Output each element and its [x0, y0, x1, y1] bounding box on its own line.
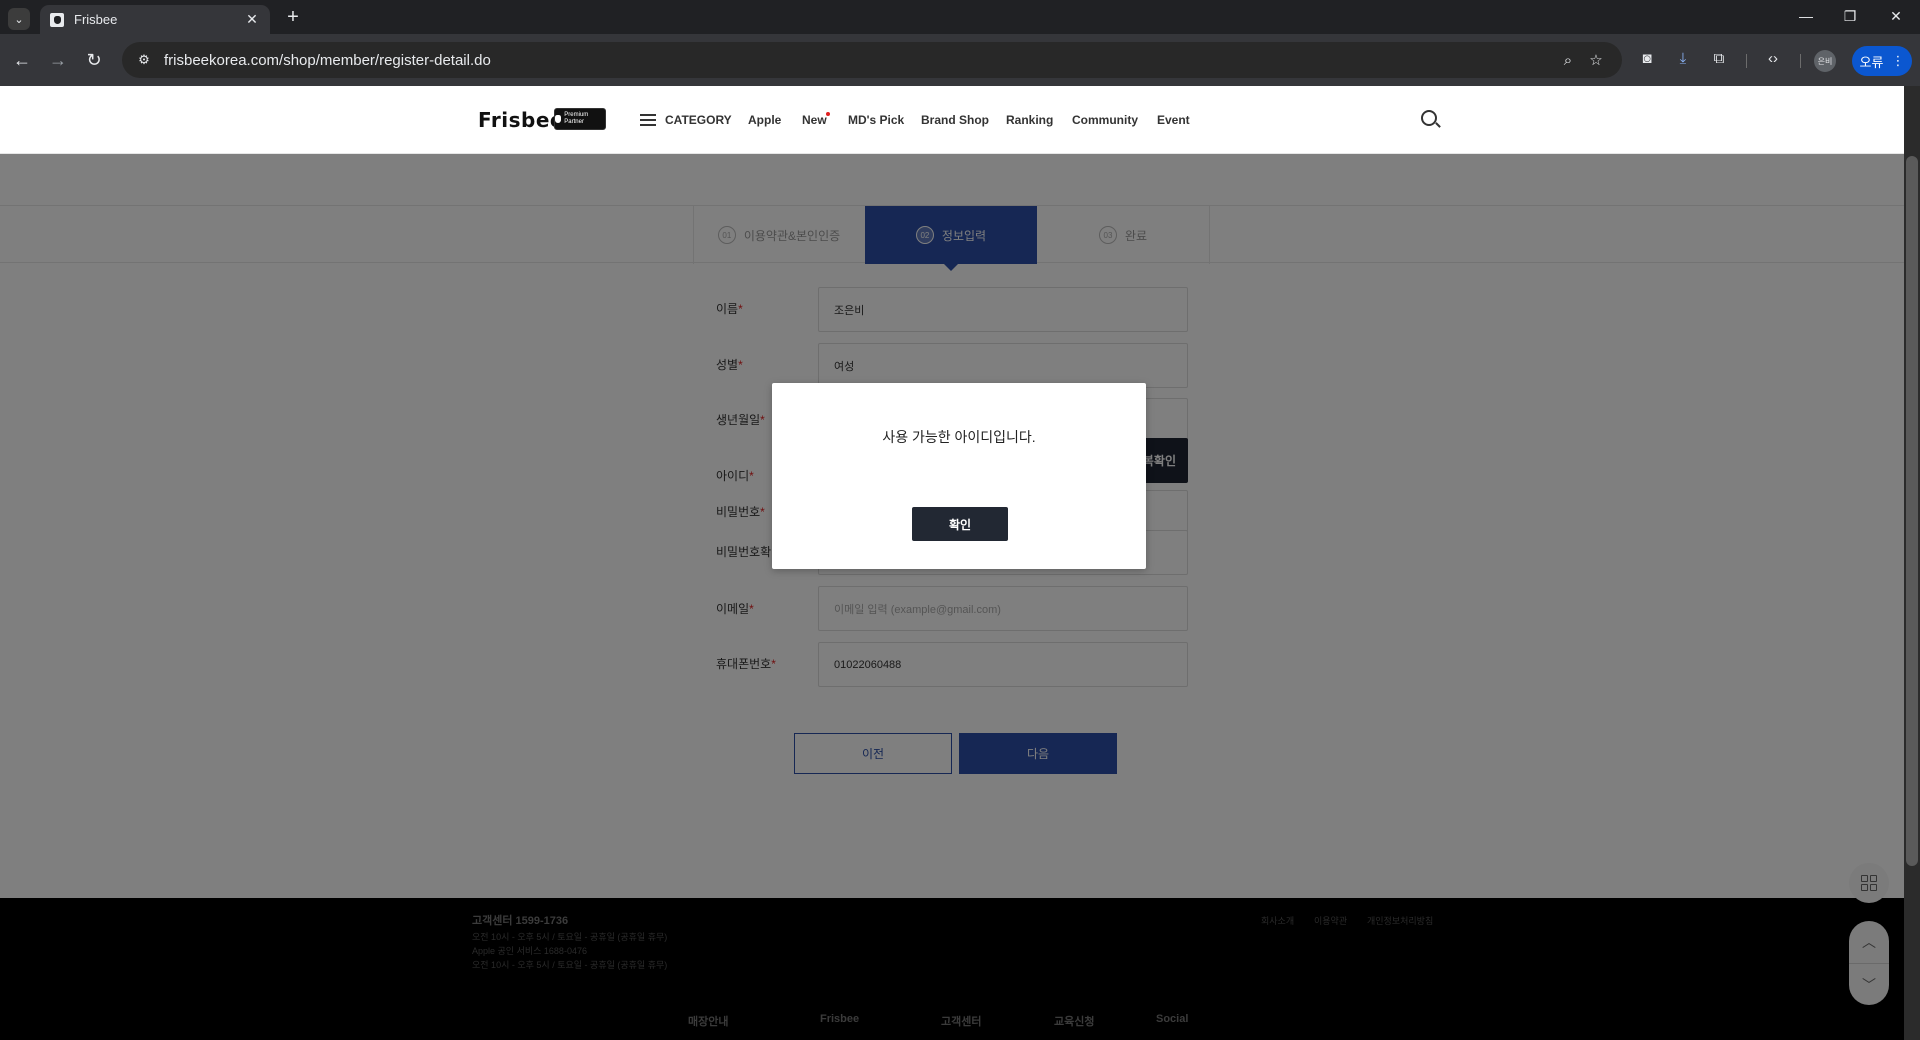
scrollbar-thumb[interactable] [1906, 156, 1918, 866]
tab-search-chevron-icon[interactable]: ⌄ [8, 8, 30, 30]
nav-event[interactable]: Event [1157, 113, 1190, 127]
forward-arrow-icon[interactable]: → [46, 48, 70, 72]
error-menu-button[interactable]: 오류 ⋮ [1852, 46, 1912, 76]
modal-backdrop[interactable] [0, 154, 1904, 1040]
site-logo[interactable]: Frisbee [478, 108, 564, 132]
alert-message: 사용 가능한 아이디입니다. [882, 429, 1036, 445]
quick-menu-button[interactable] [1849, 863, 1889, 903]
minimize-button[interactable]: — [1796, 8, 1816, 24]
apple-favicon-icon [50, 12, 64, 27]
hamburger-menu-icon[interactable] [640, 114, 656, 126]
toolbar-divider [1746, 54, 1747, 68]
apple-logo-icon [555, 115, 562, 123]
camera-icon[interactable]: ◙ [1636, 50, 1658, 67]
zoom-icon[interactable]: ⌕ [1554, 52, 1582, 69]
grid-icon [1861, 875, 1877, 891]
browser-tab-strip: ⌄ Frisbee ✕ + — ❐ ✕ [0, 0, 1920, 34]
confirm-button[interactable]: 확인 [912, 507, 1008, 541]
nav-mds-pick[interactable]: MD's Pick [848, 113, 904, 127]
nav-community[interactable]: Community [1072, 113, 1138, 127]
restore-button[interactable]: ❐ [1840, 8, 1860, 25]
download-icon[interactable]: ⤓ [1672, 50, 1694, 67]
tab-close-icon[interactable]: ✕ [244, 11, 260, 28]
new-indicator-dot [826, 112, 830, 116]
site-info-icon[interactable]: ⚙ [134, 50, 154, 70]
url-text[interactable]: frisbeekorea.com/shop/member/register-de… [164, 52, 1554, 69]
scroll-buttons: ︿ ﹀ [1849, 921, 1889, 1005]
tab-title: Frisbee [74, 12, 118, 27]
devtools-code-icon[interactable]: ‹› [1762, 50, 1784, 67]
address-bar[interactable]: ⚙ frisbeekorea.com/shop/member/register-… [122, 42, 1622, 78]
browser-toolbar: ← → ↻ ⚙ frisbeekorea.com/shop/member/reg… [0, 34, 1920, 86]
reload-icon[interactable]: ↻ [82, 48, 106, 72]
bookmark-star-icon[interactable]: ☆ [1582, 51, 1610, 69]
kebab-menu-icon: ⋮ [1891, 53, 1905, 68]
scroll-top-chevron-up-icon[interactable]: ︿ [1849, 921, 1889, 963]
nav-brand-shop[interactable]: Brand Shop [921, 113, 989, 127]
alert-dialog: 사용 가능한 아이디입니다. 확인 [772, 383, 1146, 569]
error-chip-label: 오류 [1859, 54, 1884, 70]
nav-apple[interactable]: Apple [748, 113, 781, 127]
back-arrow-icon[interactable]: ← [10, 48, 34, 72]
new-tab-button[interactable]: + [282, 7, 304, 29]
extensions-icon[interactable]: ⧉ [1708, 50, 1730, 67]
nav-new[interactable]: New [802, 113, 827, 127]
window-close-button[interactable]: ✕ [1886, 8, 1906, 25]
nav-category[interactable]: CATEGORY [665, 113, 732, 127]
page-viewport: Frisbee Premium Partner CATEGORY Apple N… [0, 86, 1904, 1040]
search-icon[interactable] [1421, 110, 1437, 126]
premium-partner-badge: Premium Partner [554, 108, 606, 130]
site-header: Frisbee Premium Partner CATEGORY Apple N… [0, 86, 1904, 154]
toolbar-divider [1800, 54, 1801, 68]
partner-badge-text: Premium Partner [564, 112, 589, 125]
nav-ranking[interactable]: Ranking [1006, 113, 1053, 127]
scroll-bottom-chevron-down-icon[interactable]: ﹀ [1849, 963, 1889, 1005]
profile-avatar[interactable]: 은비 [1814, 50, 1836, 72]
browser-tab[interactable]: Frisbee ✕ [40, 5, 270, 34]
